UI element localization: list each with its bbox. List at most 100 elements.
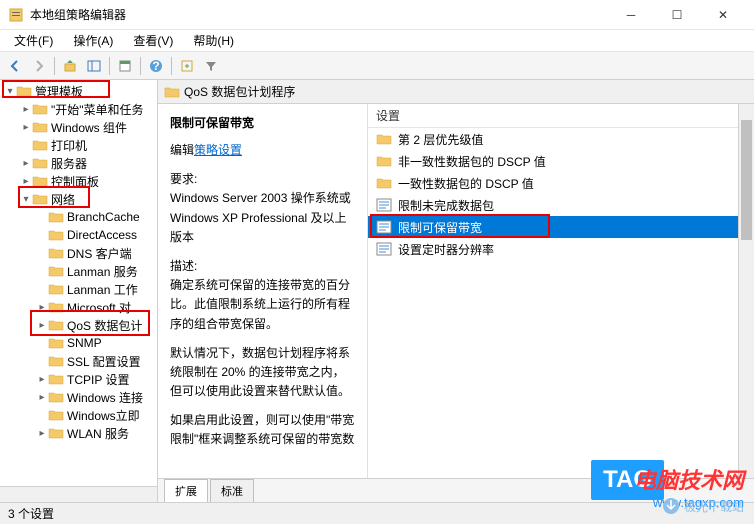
description-pane: 限制可保留带宽 编辑策略设置 要求:Windows Server 2003 操作… <box>158 104 368 478</box>
setting-title: 限制可保留带宽 <box>170 114 355 131</box>
help-button[interactable]: ? <box>145 55 167 77</box>
setting-item-label: 非一致性数据包的 DSCP 值 <box>398 153 546 170</box>
setting-item-label: 一致性数据包的 DSCP 值 <box>398 175 534 192</box>
description-label: 描述: <box>170 259 197 273</box>
tree-item[interactable]: DirectAccess <box>0 226 157 244</box>
folder-icon <box>48 264 64 278</box>
edit-label: 编辑 <box>170 143 194 157</box>
folder-icon <box>32 102 48 116</box>
expand-arrow[interactable]: ▸ <box>36 302 48 313</box>
folder-icon <box>32 192 48 206</box>
expand-arrow[interactable]: ▸ <box>20 122 32 133</box>
main-area: ▾管理模板▸"开始"菜单和任务▸Windows 组件打印机▸服务器▸控制面板▾网… <box>0 80 754 502</box>
expand-arrow[interactable]: ▸ <box>20 176 32 187</box>
expand-arrow[interactable]: ▾ <box>20 194 32 205</box>
tree-item[interactable]: ▸Windows 连接 <box>0 388 157 406</box>
tree-item[interactable]: Windows立即 <box>0 406 157 424</box>
jg-watermark: 极光下载站 <box>662 497 744 515</box>
tree-item[interactable]: ▸ QoS 数据包计 <box>0 316 157 334</box>
menu-action[interactable]: 操作(A) <box>65 30 121 51</box>
expand-arrow[interactable]: ▾ <box>4 86 16 97</box>
folder-icon <box>16 84 32 98</box>
setting-item[interactable]: 第 2 层优先级值 <box>368 128 738 150</box>
content-v-scrollbar[interactable] <box>738 104 754 478</box>
setting-item[interactable]: 非一致性数据包的 DSCP 值 <box>368 150 738 172</box>
folder-icon <box>48 426 64 440</box>
tree-item-label: DNS 客户端 <box>67 245 132 262</box>
setting-item-label: 限制可保留带宽 <box>398 219 482 236</box>
folder-icon <box>48 300 64 314</box>
svg-text:?: ? <box>152 59 159 73</box>
setting-item[interactable]: 限制可保留带宽 <box>368 216 738 238</box>
setting-item-label: 设置定时器分辨率 <box>398 241 494 258</box>
minimize-button[interactable]: ─ <box>608 0 654 30</box>
content-header-title: QoS 数据包计划程序 <box>184 83 295 100</box>
tree-item[interactable]: SNMP <box>0 334 157 352</box>
tree-item[interactable]: ▾ 管理模板 <box>0 82 157 100</box>
folder-icon <box>48 210 64 224</box>
folder-icon <box>48 390 64 404</box>
filter-button[interactable] <box>200 55 222 77</box>
menu-help[interactable]: 帮助(H) <box>185 30 242 51</box>
show-hide-button[interactable] <box>83 55 105 77</box>
tree-item[interactable]: ▸WLAN 服务 <box>0 424 157 442</box>
tree-item[interactable]: ▸ 服务器 <box>0 154 157 172</box>
tree-item[interactable]: ▸ TCPIP 设置 <box>0 370 157 388</box>
tree-item[interactable]: ▸控制面板 <box>0 172 157 190</box>
tree-item-label: 网络 <box>51 191 75 208</box>
tree-item[interactable]: BranchCache <box>0 208 157 226</box>
tree-item[interactable]: ▾ 网络 <box>0 190 157 208</box>
tree-item[interactable]: ▸"开始"菜单和任务 <box>0 100 157 118</box>
setting-item[interactable]: 设置定时器分辨率 <box>368 238 738 260</box>
tree-item-label: 服务器 <box>51 155 87 172</box>
tree-item-label: 管理模板 <box>35 83 83 100</box>
setting-item[interactable]: 限制未完成数据包 <box>368 194 738 216</box>
folder-icon <box>32 120 48 134</box>
title-bar: 本地组策略编辑器 ─ ☐ ✕ <box>0 0 754 30</box>
properties-button[interactable] <box>114 55 136 77</box>
expand-arrow[interactable]: ▸ <box>36 392 48 403</box>
menu-view[interactable]: 查看(V) <box>125 30 181 51</box>
expand-arrow[interactable]: ▸ <box>36 428 48 439</box>
tree-item-label: Microsoft 对 <box>67 299 131 316</box>
maximize-button[interactable]: ☐ <box>654 0 700 30</box>
menu-file[interactable]: 文件(F) <box>6 30 61 51</box>
expand-arrow[interactable]: ▸ <box>20 104 32 115</box>
setting-icon <box>376 220 392 234</box>
settings-column-header[interactable]: 设置 <box>368 104 738 128</box>
expand-arrow[interactable]: ▸ <box>36 320 48 331</box>
tree-item[interactable]: Lanman 工作 <box>0 280 157 298</box>
tree-item[interactable]: ▸ Microsoft 对 <box>0 298 157 316</box>
up-button[interactable] <box>59 55 81 77</box>
tab-extended[interactable]: 扩展 <box>164 479 208 502</box>
tree-item[interactable]: DNS 客户端 <box>0 244 157 262</box>
description-text-3: 如果启用此设置，则可以使用"带宽限制"框来调整系统可保留的带宽数 <box>170 411 355 449</box>
tree-item-label: Lanman 服务 <box>67 263 138 280</box>
tree-item-label: BranchCache <box>67 210 140 224</box>
expand-arrow[interactable]: ▸ <box>36 374 48 385</box>
tree-h-scrollbar[interactable] <box>0 486 157 502</box>
tree-view[interactable]: ▾管理模板▸"开始"菜单和任务▸Windows 组件打印机▸服务器▸控制面板▾网… <box>0 80 158 486</box>
tree-item-label: DirectAccess <box>67 228 137 242</box>
action-button[interactable] <box>176 55 198 77</box>
tree-item-label: Windows 组件 <box>51 119 127 136</box>
folder-icon <box>48 228 64 242</box>
folder-icon <box>48 336 64 350</box>
setting-item[interactable]: 一致性数据包的 DSCP 值 <box>368 172 738 194</box>
folder-icon <box>376 176 392 190</box>
tree-item[interactable]: ▸ Windows 组件 <box>0 118 157 136</box>
tree-item[interactable]: SSL 配置设置 <box>0 352 157 370</box>
tree-item-label: TCPIP 设置 <box>67 371 129 388</box>
expand-arrow[interactable]: ▸ <box>20 158 32 169</box>
requirements-label: 要求: <box>170 172 197 186</box>
tree-item[interactable]: Lanman 服务 <box>0 262 157 280</box>
forward-button[interactable] <box>28 55 50 77</box>
tree-item[interactable]: 打印机 <box>0 136 157 154</box>
back-button[interactable] <box>4 55 26 77</box>
close-button[interactable]: ✕ <box>700 0 746 30</box>
edit-policy-link[interactable]: 策略设置 <box>194 143 242 157</box>
app-icon <box>8 7 24 23</box>
tree-item-label: QoS 数据包计 <box>67 317 142 334</box>
description-text-1: 确定系统可保留的连接带宽的百分比。此值限制系统上运行的所有程序的组合带宽保留。 <box>170 278 350 330</box>
tab-standard[interactable]: 标准 <box>210 479 254 502</box>
